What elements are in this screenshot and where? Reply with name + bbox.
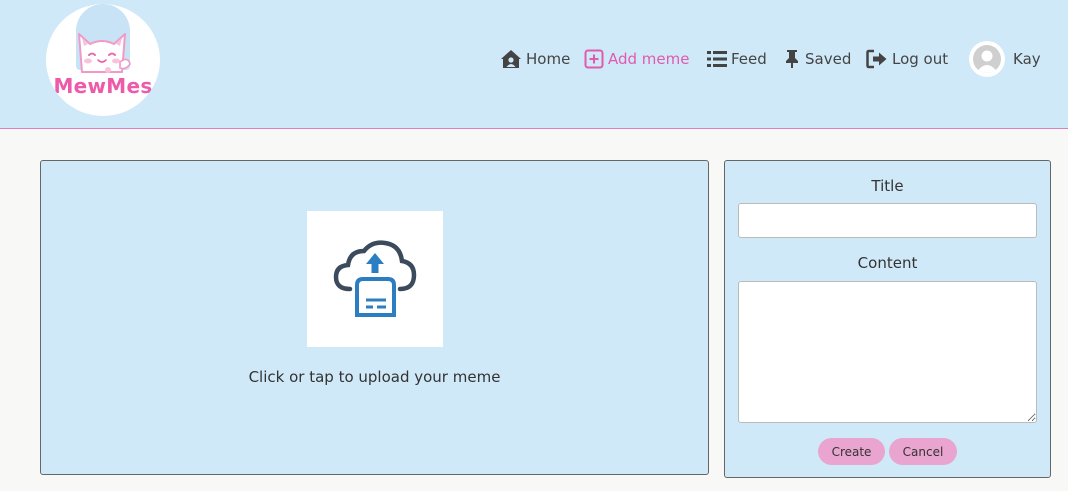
nav-saved[interactable]: Saved <box>783 44 851 74</box>
upload-prompt: Click or tap to upload your meme <box>248 368 501 386</box>
cancel-button[interactable]: Cancel <box>889 438 957 465</box>
nav-saved-label: Saved <box>805 50 852 68</box>
nav-log-out-label: Log out <box>892 50 949 68</box>
avatar <box>969 41 1005 77</box>
list-icon <box>707 51 727 67</box>
sign-out-icon <box>866 49 887 69</box>
pin-icon <box>786 50 798 68</box>
nav-home[interactable]: Home <box>500 44 570 74</box>
nav-home-label: Home <box>526 50 571 68</box>
cat-logo-icon <box>78 33 131 73</box>
logo-text: MewMes <box>53 74 153 98</box>
home-icon <box>501 50 521 68</box>
content-label: Content <box>857 254 918 272</box>
header: MewMes Home Add meme Feed Saved Log out … <box>0 0 1068 129</box>
nav-feed[interactable]: Feed <box>707 44 767 74</box>
content-textarea[interactable] <box>738 281 1037 423</box>
nav-user[interactable]: Kay <box>969 41 1041 77</box>
user-name: Kay <box>1013 50 1041 68</box>
cloud-upload-icon <box>333 240 417 317</box>
nav-log-out[interactable]: Log out <box>866 44 948 74</box>
nav-add-meme[interactable]: Add meme <box>584 44 690 74</box>
user-icon <box>976 50 998 73</box>
nav-add-meme-label: Add meme <box>608 50 690 68</box>
nav-feed-label: Feed <box>731 50 767 68</box>
meme-form: Title Content Create Cancel <box>724 160 1051 478</box>
title-label: Title <box>871 177 904 195</box>
upload-dropzone[interactable]: Click or tap to upload your meme <box>40 160 709 475</box>
upload-icon-box <box>307 211 443 347</box>
logo[interactable]: MewMes <box>46 4 160 116</box>
create-button[interactable]: Create <box>818 438 885 465</box>
plus-square-icon <box>584 49 604 69</box>
title-input[interactable] <box>738 203 1037 238</box>
